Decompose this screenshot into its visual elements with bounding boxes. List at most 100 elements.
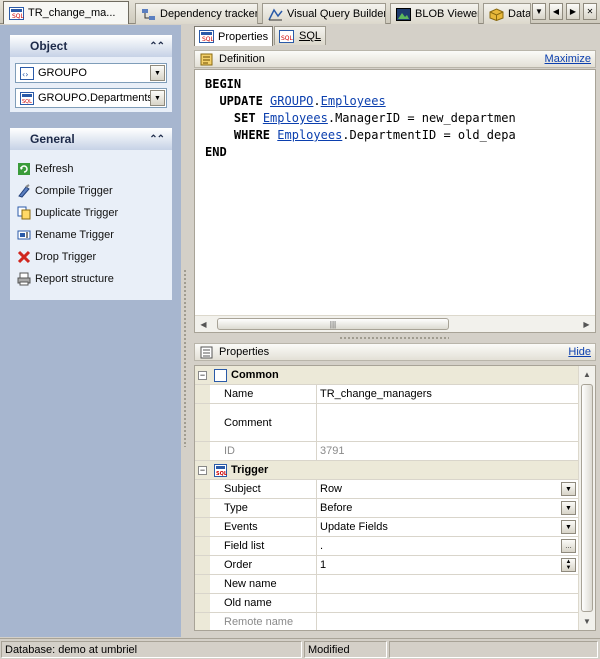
maximize-link[interactable]: Maximize [545, 53, 591, 65]
property-value-text: Update Fields [320, 521, 388, 533]
chevron-down-icon[interactable]: ▼ [561, 501, 576, 515]
scroll-down-arrow[interactable]: ▼ [579, 613, 595, 630]
scroll-tabs-right-button[interactable]: ▶ [566, 3, 580, 20]
hide-link[interactable]: Hide [568, 346, 591, 358]
category-label: Common [231, 369, 279, 381]
tab-trigger-editor[interactable]: SQL TR_change_ma... [3, 1, 129, 24]
database-combo-value: GROUPO [38, 67, 87, 79]
property-value-text: 1 [320, 559, 327, 571]
pane-splitter[interactable] [181, 25, 189, 637]
document-tab-strip: SQL TR_change_ma... Dependency tracker V… [0, 0, 600, 24]
code-text: .ManagerID = new_departmen [327, 111, 516, 125]
ellipsis-button[interactable]: … [561, 539, 576, 553]
property-row-new-name[interactable]: New name [195, 575, 579, 594]
editor-resize-grip[interactable] [339, 336, 449, 340]
code-keyword: UPDATE [219, 94, 263, 108]
scroll-left-arrow[interactable]: ◀ [195, 316, 212, 332]
property-value[interactable] [317, 575, 579, 593]
tab-data[interactable]: Data [483, 3, 531, 24]
collapse-toggle-icon[interactable]: − [195, 465, 210, 475]
property-value[interactable] [317, 594, 579, 612]
trigger-editor-window: SQL TR_change_ma... Dependency tracker V… [0, 0, 600, 659]
scroll-right-arrow[interactable]: ▶ [578, 316, 595, 332]
property-name: Type [210, 499, 317, 517]
category-common[interactable]: − Common [195, 366, 579, 385]
rename-icon [16, 227, 32, 243]
property-value[interactable]: Row ▼ [317, 480, 579, 498]
scroll-up-arrow[interactable]: ▲ [579, 366, 595, 383]
property-value: 3791 [320, 445, 345, 457]
chevron-down-icon[interactable]: ▼ [150, 65, 165, 81]
tab-visual-query-builder[interactable]: Visual Query Builder [262, 3, 386, 24]
property-name: Comment [210, 404, 317, 441]
chevron-down-icon[interactable]: ▼ [561, 520, 576, 534]
database-combo[interactable]: ‹› GROUPO ▼ [15, 63, 167, 83]
property-name: Old name [210, 594, 317, 612]
chevron-down-icon[interactable]: ▼ [150, 90, 165, 106]
report-icon [16, 271, 32, 287]
sql-icon: SQL [279, 29, 295, 43]
property-row-events[interactable]: Events Update Fields ▼ [195, 518, 579, 537]
code-keyword: SET [233, 111, 256, 125]
collapse-icon[interactable]: ⌃⌃ [149, 41, 165, 52]
code-text: .DepartmentID = old_depa [342, 128, 516, 142]
rename-trigger-link[interactable]: Rename Trigger [10, 224, 172, 246]
property-row-name[interactable]: Name TR_change_managers [195, 385, 579, 404]
scrollbar-thumb[interactable] [581, 384, 593, 612]
refresh-link[interactable]: Refresh [10, 158, 172, 180]
duplicate-trigger-link[interactable]: Duplicate Trigger [10, 202, 172, 224]
general-group-header[interactable]: General ⌃⌃ [10, 128, 172, 150]
sql-code[interactable]: BEGIN UPDATE GROUPO.Employees SET Employ… [205, 76, 516, 161]
tab-properties[interactable]: SQL Properties [194, 26, 273, 46]
svg-text:SQL: SQL [12, 13, 24, 20]
close-tab-button[interactable]: ✕ [583, 3, 597, 20]
splitter-grip[interactable] [183, 269, 187, 447]
tab-list-dropdown-button[interactable]: ▼ [532, 3, 546, 20]
collapse-icon[interactable]: ⌃⌃ [149, 134, 165, 145]
property-row-comment[interactable]: Comment [195, 404, 579, 442]
property-value[interactable]: TR_change_managers [317, 385, 579, 403]
property-row-field-list[interactable]: Field list .… [195, 537, 579, 556]
tab-dependency-tracker[interactable]: Dependency tracker [135, 3, 258, 24]
scrollbar-thumb[interactable]: ||| [217, 318, 449, 330]
tab-sql[interactable]: SQL SQL [274, 26, 326, 45]
property-row-order[interactable]: Order 1 ▲ ▼ [195, 556, 579, 575]
tab-blob-viewer[interactable]: BLOB Viewer [390, 3, 479, 24]
property-row-old-name[interactable]: Old name [195, 594, 579, 613]
code-table-link[interactable]: Employees [321, 94, 386, 108]
sql-definition-editor[interactable]: BEGIN UPDATE GROUPO.Employees SET Employ… [194, 69, 596, 333]
code-table-link[interactable]: Employees [277, 128, 342, 142]
report-structure-link[interactable]: Report structure [10, 268, 172, 290]
status-bar: Database: demo at umbriel Modified [0, 638, 600, 659]
category-trigger[interactable]: − SQL Trigger [195, 461, 579, 480]
code-text: . [313, 94, 321, 108]
scroll-tabs-left-button[interactable]: ◀ [549, 3, 563, 20]
property-value-text: . [320, 540, 324, 552]
drop-trigger-link[interactable]: Drop Trigger [10, 246, 172, 268]
compile-trigger-link[interactable]: Compile Trigger [10, 180, 172, 202]
code-table-link[interactable]: Employees [263, 111, 328, 125]
spin-buttons-icon[interactable]: ▲ ▼ [561, 558, 576, 572]
duplicate-trigger-label: Duplicate Trigger [35, 207, 119, 219]
code-schema-link[interactable]: GROUPO [270, 94, 313, 108]
object-group-title: Object [30, 39, 68, 53]
table-combo-value: GROUPO.Departments [38, 92, 150, 104]
collapse-toggle-icon[interactable]: − [195, 370, 210, 380]
property-value [317, 613, 579, 630]
property-name: ID [210, 442, 317, 460]
property-value[interactable] [317, 404, 579, 441]
editor-horizontal-scrollbar[interactable]: ◀ ||| ▶ [195, 315, 595, 332]
chevron-down-icon[interactable]: ▼ [561, 482, 576, 496]
property-value[interactable]: Update Fields ▼ [317, 518, 579, 536]
property-value[interactable]: 1 ▲ ▼ [317, 556, 579, 574]
property-value[interactable]: .… [317, 537, 579, 555]
code-keyword: END [205, 145, 227, 159]
definition-icon [199, 52, 213, 66]
property-row-subject[interactable]: Subject Row ▼ [195, 480, 579, 499]
property-row-type[interactable]: Type Before ▼ [195, 499, 579, 518]
tab-properties-label: Properties [218, 30, 269, 43]
property-value[interactable]: Before ▼ [317, 499, 579, 517]
table-combo[interactable]: SQL GROUPO.Departments ▼ [15, 88, 167, 108]
property-grid-vertical-scrollbar[interactable]: ▲ ▼ [578, 366, 595, 630]
object-group-header[interactable]: Object ⌃⌃ [10, 35, 172, 57]
